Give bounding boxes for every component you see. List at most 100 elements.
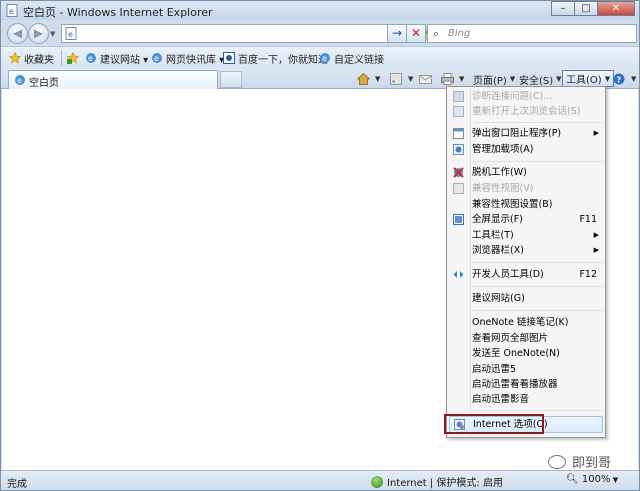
navigation-bar: ◀ ▶ ▼ e ↻ ▼ → ✕ ⌕ xyxy=(1,20,639,46)
fav-item-suggested-sites[interactable]: e 建议网站 ▾ xyxy=(85,51,149,66)
forward-button[interactable]: ▶ xyxy=(28,23,49,44)
back-button[interactable]: ◀ xyxy=(7,23,28,44)
favorites-bar: 收藏夹 e 建议网站 ▾ e 网页快讯库 ▾ 百度一下，你就知道 e 自定义链接 xyxy=(1,46,639,68)
svg-text:e: e xyxy=(9,7,14,16)
menu-item-manage-addons[interactable]: 管理加载项(A) xyxy=(449,142,603,157)
stop-button[interactable]: ✕ xyxy=(406,24,426,43)
search-box[interactable]: ⌕ xyxy=(427,24,637,43)
menu-item-label: 脱机工作(W) xyxy=(472,167,527,178)
feeds-dropdown-icon[interactable]: ▼ xyxy=(408,75,413,83)
print-dropdown-icon[interactable]: ▼ xyxy=(459,75,464,83)
menu-item-label: 启动迅雷5 xyxy=(472,364,517,375)
fav-item-label: 网页快讯库 ▾ xyxy=(166,54,225,66)
menu-item-suggested-sites[interactable]: 建议网站(G) xyxy=(449,291,603,306)
menu-item-label: 全屏显示(F) xyxy=(472,214,523,225)
fullscreen-icon xyxy=(453,214,464,225)
status-text: 完成 xyxy=(7,479,27,490)
menu-item-label: 诊断连接问题(C)... xyxy=(472,91,553,102)
svg-text:e: e xyxy=(88,54,93,63)
menu-item-send-to-onenote[interactable]: 发送至 OneNote(N) xyxy=(449,346,603,361)
search-icon: ⌕ xyxy=(433,27,440,40)
security-zone[interactable]: Internet | 保护模式: 启用 xyxy=(371,474,503,489)
wechat-logo-icon xyxy=(548,454,566,469)
menu-item-thunder-media[interactable]: 启动迅雷影音 xyxy=(449,392,603,407)
shortcut-label: F11 xyxy=(579,214,597,225)
help-dropdown-icon[interactable]: ▼ xyxy=(631,75,636,83)
mail-icon xyxy=(419,75,432,84)
chevron-down-icon: ▼ xyxy=(604,74,611,83)
read-mail-button[interactable] xyxy=(419,71,434,87)
menu-item-thunder-player[interactable]: 启动迅雷看看播放器 xyxy=(449,377,603,392)
menu-item-label: 发送至 OneNote(N) xyxy=(472,348,560,359)
home-button[interactable]: ▼ xyxy=(357,71,380,87)
help-button[interactable]: ? ▼ xyxy=(613,71,636,87)
menu-separator xyxy=(473,310,603,311)
feeds-button[interactable]: ▼ xyxy=(390,71,413,87)
menu-item-work-offline[interactable]: 脱机工作(W) xyxy=(449,165,603,180)
menu-item-popup-blocker[interactable]: 弹出窗口阻止程序(P) ▶ xyxy=(449,126,603,141)
add-to-favorites-icon xyxy=(67,52,79,64)
menu-item-label: 建议网站(G) xyxy=(472,293,525,304)
search-input[interactable] xyxy=(448,26,618,41)
fav-item-label: 建议网站 ▾ xyxy=(100,54,149,66)
svg-text:?: ? xyxy=(617,76,622,85)
menu-separator xyxy=(473,286,603,287)
chevron-down-icon: ▼ xyxy=(556,75,562,83)
svg-text:e: e xyxy=(68,30,73,39)
favorites-button[interactable]: 收藏夹 xyxy=(9,51,54,66)
address-bar[interactable]: e ↻ ▼ xyxy=(61,24,442,43)
menu-item-compat-view[interactable]: 兼容性视图(V) xyxy=(449,181,603,196)
menu-separator xyxy=(473,410,603,411)
compat-view-icon xyxy=(453,183,464,194)
address-input[interactable] xyxy=(80,26,420,41)
fav-item-baidu[interactable]: 百度一下，你就知道 xyxy=(223,51,328,66)
menu-separator xyxy=(473,122,603,123)
menu-item-thunder5[interactable]: 启动迅雷5 xyxy=(449,362,603,377)
fav-item-custom-links[interactable]: e 自定义链接 xyxy=(319,51,384,66)
safety-menu-button[interactable]: 安全(S) ▼ xyxy=(519,71,562,87)
menu-item-diagnose[interactable]: 诊断连接问题(C)... xyxy=(449,89,603,104)
minimize-button[interactable]: – xyxy=(551,1,575,16)
tools-menu: 诊断连接问题(C)... 重新打开上次浏览会话(S) 弹出窗口阻止程序(P) ▶… xyxy=(446,86,606,438)
favorites-label: 收藏夹 xyxy=(24,54,54,66)
menu-item-label: OneNote 链接笔记(K) xyxy=(472,317,569,328)
reopen-icon xyxy=(453,106,464,117)
page-icon: e xyxy=(65,27,77,40)
ie-icon: e xyxy=(320,53,330,63)
menu-item-dev-tools[interactable]: 开发人员工具(D) F12 xyxy=(449,267,603,282)
menu-item-toolbars[interactable]: 工具栏(T) ▶ xyxy=(449,228,603,243)
tab-title: 空白页 xyxy=(29,78,59,89)
close-button[interactable]: ✕ xyxy=(597,1,635,16)
menu-item-label: 启动迅雷看看播放器 xyxy=(472,379,558,390)
offline-icon xyxy=(453,167,464,178)
add-favorite-button[interactable] xyxy=(67,51,82,65)
go-button[interactable]: → xyxy=(387,24,407,43)
new-tab-button[interactable] xyxy=(220,71,242,88)
maximize-button[interactable]: □ xyxy=(574,1,598,16)
divider xyxy=(61,50,62,66)
zoom-level[interactable]: 🔍︎ 100% ▼ xyxy=(566,474,618,485)
help-icon: ? xyxy=(613,73,625,85)
print-button[interactable]: ▼ xyxy=(441,71,464,87)
zoom-dropdown-icon[interactable]: ▼ xyxy=(610,476,618,484)
home-dropdown-icon[interactable]: ▼ xyxy=(375,75,380,83)
menu-item-fullscreen[interactable]: 全屏显示(F) F11 xyxy=(449,212,603,227)
menu-item-explorer-bars[interactable]: 浏览器栏(X) ▶ xyxy=(449,243,603,258)
tools-menu-label: 工具(O) xyxy=(566,75,602,86)
menu-item-label: 兼容性视图(V) xyxy=(472,183,534,194)
fav-item-web-slice-gallery[interactable]: e 网页快讯库 ▾ xyxy=(151,51,225,66)
menu-item-reopen-session[interactable]: 重新打开上次浏览会话(S) xyxy=(449,104,603,119)
history-dropdown-icon[interactable]: ▼ xyxy=(50,30,55,38)
tools-menu-button[interactable]: 工具(O) ▼ xyxy=(562,70,615,87)
window-title: 空白页 - Windows Internet Explorer xyxy=(23,6,213,19)
window-controls: – □ ✕ xyxy=(551,1,635,16)
menu-item-onenote-linked[interactable]: OneNote 链接笔记(K) xyxy=(449,315,603,330)
tab-blank-page[interactable]: e 空白页 xyxy=(8,70,218,89)
menu-item-compat-settings[interactable]: 兼容性视图设置(B) xyxy=(449,197,603,212)
status-bar: 完成 Internet | 保护模式: 启用 🔍︎ 100% ▼ xyxy=(1,470,639,490)
title-bar: e 空白页 - Windows Internet Explorer – □ ✕ xyxy=(1,1,639,20)
watermark-text: 即到哥 xyxy=(572,456,612,471)
menu-item-view-all-images[interactable]: 查看网页全部图片 xyxy=(449,331,603,346)
diagnose-icon xyxy=(453,91,464,102)
page-menu-button[interactable]: 页面(P) ▼ xyxy=(473,71,515,87)
